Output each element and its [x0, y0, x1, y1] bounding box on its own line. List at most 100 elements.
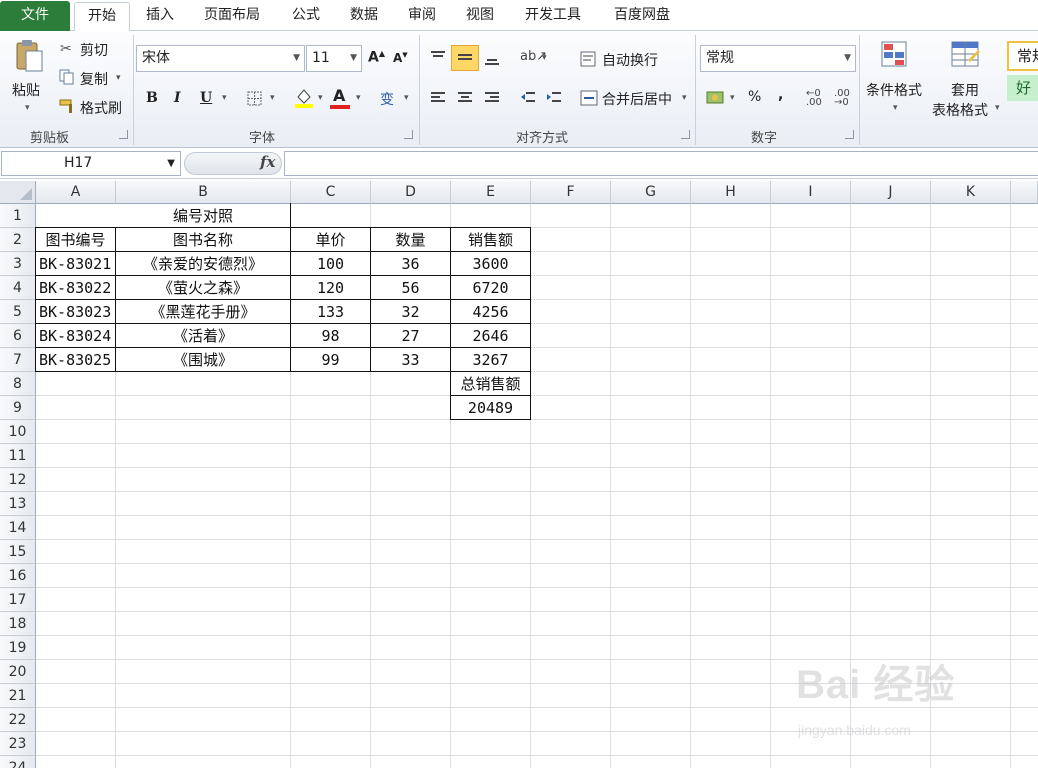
cell-c3[interactable]: 100	[291, 252, 370, 276]
cell-e6[interactable]: 2646	[451, 324, 530, 348]
row-header-14[interactable]: 14	[0, 516, 36, 540]
format-as-table-icon[interactable]	[950, 40, 982, 70]
cell-c5[interactable]: 133	[291, 300, 370, 324]
accounting-dropdown-icon[interactable]: ▾	[730, 93, 735, 103]
align-middle-icon[interactable]	[451, 45, 479, 71]
cell-e7[interactable]: 3267	[451, 348, 530, 372]
row-header-5[interactable]: 5	[0, 300, 36, 324]
cell-a1-merged-title[interactable]: 编号对照	[36, 204, 370, 228]
cell-d6[interactable]: 27	[371, 324, 450, 348]
paste-icon[interactable]	[14, 39, 44, 73]
tab-developer[interactable]: 开发工具	[514, 2, 592, 31]
row-header-11[interactable]: 11	[0, 444, 36, 468]
fill-color-dropdown-icon[interactable]: ▾	[318, 93, 323, 103]
row-header-19[interactable]: 19	[0, 636, 36, 660]
column-header-j[interactable]: J	[851, 181, 931, 204]
accounting-format-icon[interactable]	[706, 89, 726, 105]
underline-button[interactable]: U	[200, 90, 212, 106]
column-header-e[interactable]: E	[451, 181, 531, 204]
border-dropdown-icon[interactable]: ▾	[270, 93, 275, 103]
cell-a3[interactable]: BK-83021	[36, 252, 115, 276]
number-format-select[interactable]: 常规 ▼	[700, 45, 856, 72]
font-color-dropdown-icon[interactable]: ▾	[356, 93, 361, 103]
cell-b5[interactable]: 《黑莲花手册》	[116, 300, 290, 324]
cell-e5[interactable]: 4256	[451, 300, 530, 324]
underline-dropdown-icon[interactable]: ▾	[222, 93, 227, 103]
row-header-10[interactable]: 10	[0, 420, 36, 444]
shrink-font-icon[interactable]: A▼	[393, 51, 408, 65]
row-header-16[interactable]: 16	[0, 564, 36, 588]
column-header-c[interactable]: C	[291, 181, 371, 204]
decrease-decimal-icon[interactable]: .00 →0	[834, 89, 850, 108]
copy-dropdown-icon[interactable]: ▾	[116, 73, 121, 83]
conditional-format-button[interactable]: 条件格式	[866, 80, 922, 100]
column-header-g[interactable]: G	[611, 181, 691, 204]
tab-home[interactable]: 开始	[74, 2, 130, 32]
decrease-indent-icon[interactable]	[520, 91, 536, 105]
row-header-2[interactable]: 2	[0, 228, 36, 252]
cell-header-e2[interactable]: 销售额	[451, 228, 530, 252]
cell-header-d2[interactable]: 数量	[371, 228, 450, 252]
font-name-select[interactable]: 宋体 ▼	[136, 45, 305, 72]
format-as-table-dropdown-icon[interactable]: ▾	[995, 103, 1000, 113]
cell-a7[interactable]: BK-83025	[36, 348, 115, 372]
row-header-18[interactable]: 18	[0, 612, 36, 636]
formula-input[interactable]	[284, 151, 1038, 176]
phonetic-dropdown-icon[interactable]: ▾	[404, 93, 409, 103]
cell-e8-total-label[interactable]: 总销售额	[451, 372, 530, 396]
name-box[interactable]: H17 ▼	[1, 151, 181, 176]
row-header-12[interactable]: 12	[0, 468, 36, 492]
row-header-7[interactable]: 7	[0, 348, 36, 372]
cell-d7[interactable]: 33	[371, 348, 450, 372]
cut-button[interactable]: 剪切	[80, 40, 108, 60]
tab-view[interactable]: 视图	[456, 2, 504, 31]
row-header-6[interactable]: 6	[0, 324, 36, 348]
cell-b6[interactable]: 《活着》	[116, 324, 290, 348]
cell-a4[interactable]: BK-83022	[36, 276, 115, 300]
cell-d4[interactable]: 56	[371, 276, 450, 300]
cell-header-b2[interactable]: 图书名称	[116, 228, 290, 252]
merge-center-button[interactable]: 合并后居中	[602, 89, 672, 109]
font-color-icon[interactable]: A	[333, 86, 345, 105]
align-bottom-icon[interactable]	[484, 55, 500, 67]
row-header-21[interactable]: 21	[0, 684, 36, 708]
row-header-3[interactable]: 3	[0, 252, 36, 276]
row-header-1[interactable]: 1	[0, 204, 36, 228]
row-header-4[interactable]: 4	[0, 276, 36, 300]
cell-c4[interactable]: 120	[291, 276, 370, 300]
conditional-dropdown-icon[interactable]: ▾	[893, 103, 898, 113]
cell-a5[interactable]: BK-83023	[36, 300, 115, 324]
align-left-icon[interactable]	[430, 91, 446, 105]
tab-file[interactable]: 文件	[0, 1, 70, 31]
format-as-table-button[interactable]: 套用	[951, 80, 979, 100]
cell-e3[interactable]: 3600	[451, 252, 530, 276]
orientation-dropdown-icon[interactable]: ▾	[542, 53, 547, 63]
column-header-a[interactable]: A	[36, 181, 116, 204]
cell-header-a2[interactable]: 图书编号	[36, 228, 115, 252]
cell-header-c2[interactable]: 单价	[291, 228, 370, 252]
phonetic-icon[interactable]: 变	[380, 89, 394, 109]
wrap-text-button[interactable]: 自动换行	[602, 50, 658, 70]
column-header-h[interactable]: H	[691, 181, 771, 204]
cell-c6[interactable]: 98	[291, 324, 370, 348]
cell-b3[interactable]: 《亲爱的安德烈》	[116, 252, 290, 276]
cell-style-good[interactable]: 好	[1007, 75, 1038, 101]
border-icon[interactable]	[247, 91, 262, 106]
row-header-9[interactable]: 9	[0, 396, 36, 420]
cell-c7[interactable]: 99	[291, 348, 370, 372]
tab-page-layout[interactable]: 页面布局	[194, 2, 270, 31]
cell-style-normal[interactable]: 常规	[1007, 41, 1038, 71]
align-center-icon[interactable]	[457, 91, 473, 105]
tab-formulas[interactable]: 公式	[282, 2, 330, 31]
number-launcher-icon[interactable]	[845, 130, 854, 139]
paste-dropdown-icon[interactable]: ▾	[25, 103, 30, 113]
select-all-button[interactable]	[0, 181, 36, 204]
column-header-f[interactable]: F	[531, 181, 611, 204]
clipboard-launcher-icon[interactable]	[119, 130, 128, 139]
font-size-select[interactable]: 11 ▼	[306, 45, 362, 72]
increase-indent-icon[interactable]	[546, 91, 562, 105]
tab-data[interactable]: 数据	[340, 2, 388, 31]
row-header-17[interactable]: 17	[0, 588, 36, 612]
row-header-13[interactable]: 13	[0, 492, 36, 516]
row-header-8[interactable]: 8	[0, 372, 36, 396]
